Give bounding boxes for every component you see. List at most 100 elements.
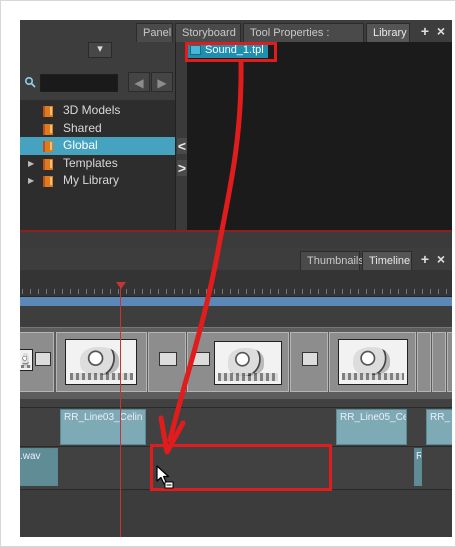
ruler-tick	[150, 289, 151, 294]
library-tab-bar: Panel Storyboard Tool Properties : Colou…	[20, 20, 452, 58]
ruler-tick	[166, 289, 167, 294]
ruler-tick	[46, 289, 47, 294]
nav-forward-button[interactable]: ▶	[151, 72, 173, 92]
folder-icon	[43, 141, 53, 152]
thumbnail-image	[302, 352, 318, 366]
scene-bar[interactable]	[20, 297, 452, 306]
ruler-tick	[262, 289, 263, 294]
library-toolbar: ▾ ◀ ▶	[20, 42, 175, 100]
ruler-tick	[214, 289, 215, 294]
ruler-tick	[198, 289, 199, 294]
panel-thumbnail[interactable]	[432, 332, 446, 392]
tree-item-my-library[interactable]: ▶ My Library	[20, 172, 175, 190]
tree-item-templates[interactable]: ▶ Templates	[20, 155, 175, 173]
library-folder-pane: ▾ ◀ ▶ 3D Models Shared Global ▶ Template…	[20, 42, 175, 230]
ruler-tick	[430, 289, 431, 294]
expand-right-button[interactable]: >	[177, 160, 187, 176]
folder-icon	[43, 106, 53, 117]
ruler-tick	[22, 289, 23, 294]
panel-thumbnail[interactable]	[187, 332, 289, 392]
ruler-tick	[54, 289, 55, 294]
thumbnail-image	[159, 352, 177, 366]
tab-thumbnails[interactable]: Thumbnails	[300, 251, 364, 270]
tree-item-3d-models[interactable]: 3D Models	[20, 102, 175, 120]
panel-thumbnail[interactable]	[56, 332, 147, 392]
ruler-tick	[254, 289, 255, 294]
dialogue-clip[interactable]: RR_Line03_Celin	[60, 409, 146, 445]
panel-thumbnail[interactable]	[20, 332, 54, 392]
ruler-tick	[174, 289, 175, 294]
timeline-ruler[interactable]	[20, 270, 452, 297]
playhead-handle[interactable]	[116, 282, 126, 289]
sound-clip[interactable]: .wav	[20, 448, 58, 486]
ruler-tick	[334, 289, 335, 294]
add-tab-button[interactable]: +	[418, 251, 432, 268]
ruler-tick	[126, 289, 127, 294]
tree-item-shared[interactable]: Shared	[20, 120, 175, 138]
ruler-tick	[342, 289, 343, 294]
ruler-tick	[310, 289, 311, 294]
expand-arrow-icon[interactable]: ▶	[28, 172, 36, 190]
nav-back-button[interactable]: ◀	[128, 72, 150, 92]
thumbnail-track[interactable]	[20, 327, 452, 400]
expand-arrow-icon[interactable]: ▶	[28, 155, 36, 173]
ruler-tick	[70, 289, 71, 294]
thumbnail-image	[65, 339, 137, 385]
panel-thumbnail[interactable]	[447, 332, 452, 392]
tab-panel[interactable]: Panel	[136, 23, 173, 42]
search-icon	[24, 76, 36, 88]
folder-icon	[43, 176, 53, 187]
ruler-tick	[406, 289, 407, 294]
tab-tool-properties-colour[interactable]: Tool Properties : Colour	[243, 23, 364, 58]
ruler-tick	[158, 289, 159, 294]
tab-storyboard[interactable]: Storyboard	[175, 23, 241, 42]
collapse-left-button[interactable]: <	[177, 138, 187, 154]
ruler-tick	[422, 289, 423, 294]
ruler-tick	[438, 289, 439, 294]
panel-thumbnail[interactable]	[148, 332, 186, 392]
timeline-gap-track	[20, 306, 452, 327]
sound-clip[interactable]: R	[414, 448, 422, 486]
thumbnail-image	[20, 349, 33, 371]
tab-library[interactable]: Library	[366, 23, 410, 42]
ruler-tick	[278, 289, 279, 294]
thumbnail-image	[338, 339, 408, 385]
ruler-tick	[118, 289, 119, 294]
dialogue-track[interactable]: RR_Line03_Celin RR_Line05_Cel RR_	[20, 408, 452, 447]
folder-icon	[43, 158, 53, 170]
ruler-tick	[294, 289, 295, 294]
dialogue-clip[interactable]: RR_	[426, 409, 452, 445]
ruler-tick	[318, 289, 319, 294]
view-toggle-button[interactable]: ▾	[88, 42, 112, 58]
tree-item-global[interactable]: Global	[20, 137, 175, 155]
tab-timeline[interactable]: Timeline	[362, 251, 412, 270]
ruler-tick	[414, 289, 415, 294]
ruler-tick	[350, 289, 351, 294]
ruler-tick	[190, 289, 191, 294]
empty-track[interactable]	[20, 490, 452, 537]
file-highlight-box	[185, 42, 277, 62]
search-input[interactable]	[40, 74, 118, 92]
ruler-tick	[230, 289, 231, 294]
panel-thumbnail[interactable]	[329, 332, 416, 392]
ruler-tick	[246, 289, 247, 294]
dialogue-clip[interactable]: RR_Line05_Cel	[336, 409, 407, 445]
ruler-tick	[30, 289, 31, 294]
library-tree: 3D Models Shared Global ▶ Templates ▶ My…	[20, 102, 175, 190]
ruler-tick	[206, 289, 207, 294]
close-panel-button[interactable]: ×	[434, 251, 448, 268]
ruler-tick	[326, 289, 327, 294]
thumbnail-image	[192, 352, 210, 366]
panel-thumbnail[interactable]	[290, 332, 328, 392]
ruler-tick	[110, 289, 111, 294]
ruler-tick	[142, 289, 143, 294]
playhead-line[interactable]	[120, 282, 121, 537]
library-content-pane: Sound_1.tpl	[187, 42, 452, 230]
panel-thumbnail[interactable]	[417, 332, 431, 392]
ruler-tick	[86, 289, 87, 294]
ruler-tick	[134, 289, 135, 294]
ruler-tick	[222, 289, 223, 294]
close-panel-button[interactable]: ×	[434, 23, 448, 40]
ruler-tick	[94, 289, 95, 294]
add-tab-button[interactable]: +	[418, 23, 432, 40]
